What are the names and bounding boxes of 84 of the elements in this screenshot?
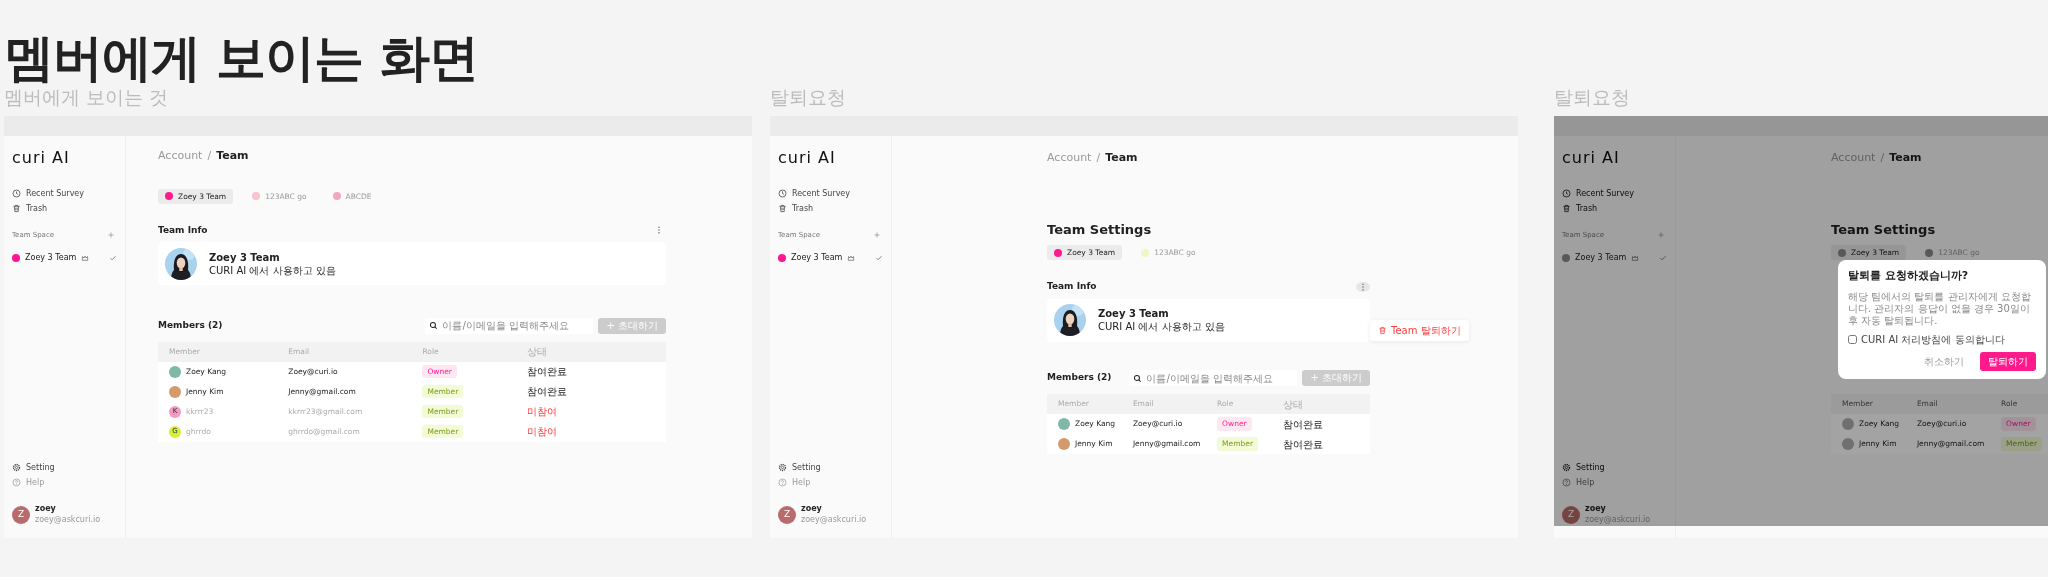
user-avatar: Z xyxy=(12,506,30,524)
breadcrumb-item: Team xyxy=(1105,150,1138,166)
user-email: zoey@askcuri.io xyxy=(1585,514,1651,526)
section-label: 멤버에게 보이는 것 xyxy=(4,85,169,110)
help-icon xyxy=(778,478,787,487)
team-name: Zoey 3 Team xyxy=(1098,307,1170,320)
page-title: 멤버에게 보이는 화면 xyxy=(3,28,478,84)
logo: curi AI xyxy=(12,148,70,168)
nav-item[interactable]: Trash xyxy=(778,201,883,216)
checkbox-label[interactable]: CURI AI 처리방침에 동의합니다 xyxy=(1861,331,2005,347)
column-header: 상태 xyxy=(526,345,548,359)
settings-icon xyxy=(1562,463,1571,472)
clock-icon xyxy=(12,189,21,198)
team-name[interactable]: Zoey 3 Team xyxy=(1575,251,1627,264)
trash-icon xyxy=(12,204,21,213)
breadcrumb-item: Team xyxy=(1889,150,1922,166)
nav-item[interactable]: Recent Survey xyxy=(12,186,117,201)
nav-item[interactable]: Setting xyxy=(1562,460,1667,475)
section-heading: Team Settings xyxy=(1047,220,1152,239)
breadcrumb-item: Team xyxy=(216,148,249,164)
avatar xyxy=(1842,418,1854,430)
trash-icon xyxy=(1378,326,1387,335)
user-name: zoey xyxy=(801,504,823,514)
status-text: 참여완료 xyxy=(1282,437,1323,452)
breadcrumb-separator: / xyxy=(1096,150,1101,166)
plus-icon xyxy=(873,231,881,240)
plus-icon xyxy=(1657,231,1665,240)
team-name: Zoey 3 Team xyxy=(209,250,281,264)
clock-icon xyxy=(778,189,787,198)
confirm-button[interactable]: 탈퇴하기 xyxy=(1980,351,2036,371)
more-button[interactable] xyxy=(1356,281,1370,292)
status-text: 참여완료 xyxy=(526,365,567,379)
team-description: CURI AI 에서 사용하고 있음 xyxy=(1098,320,1225,333)
search-icon xyxy=(429,321,439,330)
user-email: zoey@askcuri.io xyxy=(801,514,867,526)
section-heading: Members (2) xyxy=(158,318,223,332)
nav-item[interactable]: Recent Survey xyxy=(778,186,883,201)
team-dot xyxy=(1925,248,1934,257)
clock-icon xyxy=(1562,189,1571,198)
section-heading: Team Settings xyxy=(1831,220,1936,239)
search-field[interactable]: 이름/이메일을 입력해주세요 xyxy=(1129,370,1298,386)
checkbox[interactable] xyxy=(1848,334,1857,344)
team-name[interactable]: Zoey 3 Team xyxy=(25,251,77,264)
team-description: CURI AI 에서 사용하고 있음 xyxy=(209,263,336,277)
team-name[interactable]: Zoey 3 Team xyxy=(791,251,843,264)
trash-icon xyxy=(778,204,787,213)
settings-icon xyxy=(778,463,787,472)
logo: curi AI xyxy=(1562,148,1620,168)
user-name: zoey xyxy=(1585,504,1607,514)
nav-item[interactable]: Trash xyxy=(1562,201,1667,216)
search-field[interactable]: 이름/이메일을 입력해주세요 xyxy=(425,317,594,334)
nav-item[interactable]: Setting xyxy=(12,460,117,475)
settings-icon xyxy=(12,463,21,472)
user-avatar: Z xyxy=(778,506,796,524)
help-icon xyxy=(12,478,21,487)
avatar xyxy=(1842,438,1854,450)
column-header: 상태 xyxy=(1282,397,1304,412)
search-icon xyxy=(1133,373,1143,383)
nav-item[interactable]: Trash xyxy=(12,201,117,216)
help-icon xyxy=(1562,478,1571,487)
section-label: 탈퇴요청 xyxy=(770,85,846,110)
status-text: 미참여 xyxy=(526,425,557,439)
leave-team-button[interactable]: Team 탈퇴하기 xyxy=(1370,320,1469,341)
section-heading: Team Info xyxy=(1047,280,1097,293)
user-avatar: Z xyxy=(1562,506,1580,524)
user-email: zoey@askcuri.io xyxy=(35,514,101,526)
section-heading: Members (2) xyxy=(1047,371,1112,385)
team-dot xyxy=(1562,253,1570,262)
breadcrumb-separator: / xyxy=(207,148,212,164)
trash-icon xyxy=(1562,204,1571,213)
status-text: 미참여 xyxy=(526,405,557,419)
logo: curi AI xyxy=(778,148,836,168)
section-label: 탈퇴요청 xyxy=(1554,85,1630,110)
nav-item[interactable]: Setting xyxy=(778,460,883,475)
team-dot xyxy=(1838,248,1846,257)
status-text: 참여완료 xyxy=(526,385,567,399)
dialog-message: 해당 팀에서의 탈퇴를 관리자에게 요청합니다. 관리자의 응답이 없을 경우 30일이후 자동 탈퇴됩니다. xyxy=(1848,290,2032,327)
section-heading: Team Info xyxy=(158,223,208,237)
user-name: zoey xyxy=(35,504,57,514)
nav-item[interactable]: Recent Survey xyxy=(1562,186,1667,201)
breadcrumb-separator: / xyxy=(1880,150,1885,166)
plus-icon xyxy=(107,231,115,240)
status-text: 참여완료 xyxy=(1282,417,1323,432)
dialog-title: 탈퇴를 요청하겠습니까? xyxy=(1848,268,1970,284)
